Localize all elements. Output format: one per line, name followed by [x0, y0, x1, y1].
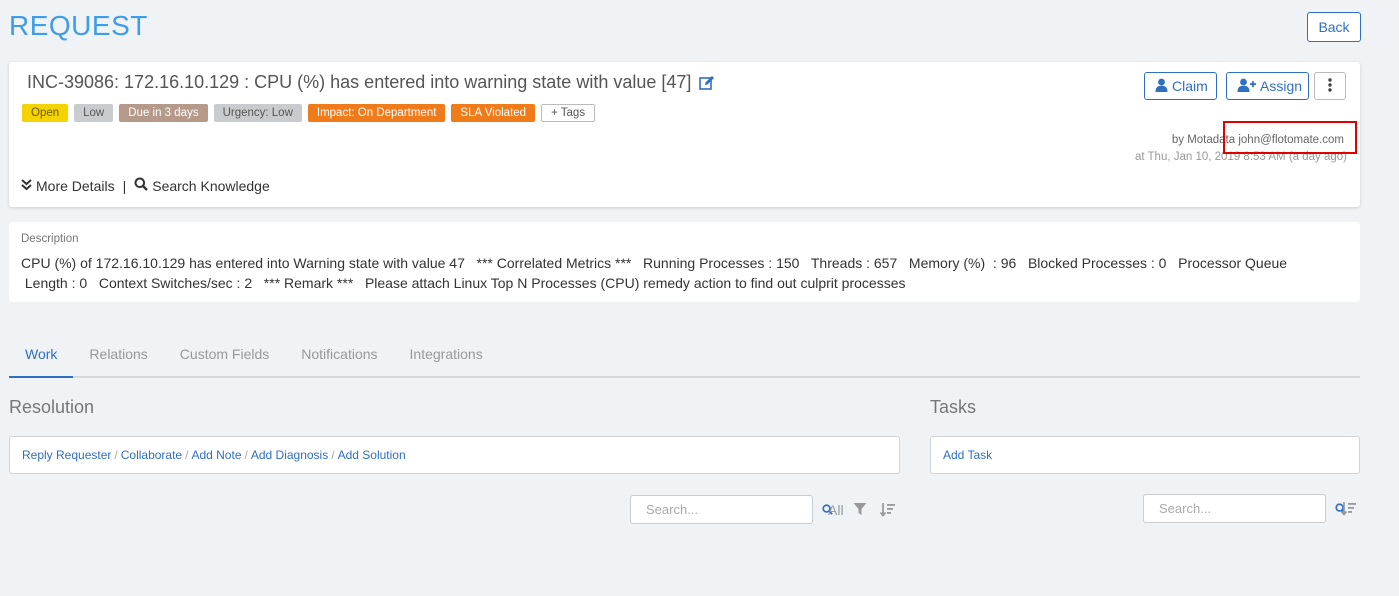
filter-icon[interactable]	[853, 502, 867, 521]
separator: /	[185, 448, 189, 462]
assign-button[interactable]: Assign	[1226, 72, 1309, 100]
sort-icon[interactable]	[879, 502, 895, 522]
add-task-link[interactable]: Add Task	[943, 448, 992, 462]
add-note-link[interactable]: Add Note	[191, 448, 241, 462]
description-text: CPU (%) of 172.16.10.129 has entered int…	[21, 255, 1288, 291]
tab-work[interactable]: Work	[9, 340, 74, 378]
add-solution-link[interactable]: Add Solution	[338, 448, 406, 462]
details-row: More Details | Search Knowledge	[21, 177, 270, 194]
search-icon	[134, 177, 149, 194]
claim-button[interactable]: Claim	[1144, 72, 1217, 100]
ticket-header: INC-39086: 172.16.10.129 : CPU (%) has e…	[27, 72, 715, 93]
search-knowledge-link[interactable]: Search Knowledge	[152, 178, 270, 194]
tasks-search-input[interactable]	[1144, 495, 1335, 522]
resolution-title: Resolution	[9, 397, 95, 417]
tasks-actions: Add Task	[930, 436, 1360, 474]
description-label: Description	[21, 233, 79, 245]
badge-row: Open Low Due in 3 days Urgency: Low Impa…	[22, 104, 596, 122]
user-icon	[1155, 78, 1168, 95]
tasks-search	[1143, 494, 1346, 523]
back-button[interactable]: Back	[1307, 12, 1361, 42]
resolution-search	[630, 495, 833, 524]
separator: |	[122, 177, 127, 194]
vertical-ellipsis-icon	[1328, 77, 1332, 95]
sort-icon[interactable]	[1340, 501, 1356, 521]
separator: /	[114, 448, 118, 462]
priority-badge[interactable]: Low	[74, 104, 114, 122]
edit-icon[interactable]	[699, 75, 715, 91]
assign-label: Assign	[1260, 78, 1303, 94]
reply-requester-link[interactable]: Reply Requester	[22, 448, 111, 462]
user-plus-icon	[1237, 78, 1256, 95]
urgency-badge[interactable]: Urgency: Low	[213, 104, 302, 122]
tab-custom-fields[interactable]: Custom Fields	[164, 340, 285, 378]
add-diagnosis-link[interactable]: Add Diagnosis	[251, 448, 328, 462]
filter-all-label[interactable]: All	[828, 502, 844, 518]
resolution-search-input[interactable]	[631, 496, 822, 523]
tab-relations[interactable]: Relations	[73, 340, 163, 378]
separator: /	[331, 448, 335, 462]
tab-integrations[interactable]: Integrations	[394, 340, 499, 378]
due-badge: Due in 3 days	[119, 104, 208, 122]
resolution-actions: Reply Requester / Collaborate / Add Note…	[9, 436, 900, 474]
sla-badge: SLA Violated	[451, 104, 536, 122]
more-options-button[interactable]	[1314, 72, 1346, 100]
separator: /	[244, 448, 248, 462]
ticket-card: INC-39086: 172.16.10.129 : CPU (%) has e…	[9, 62, 1360, 207]
tab-notifications[interactable]: Notifications	[285, 340, 393, 378]
tab-bar: Work Relations Custom Fields Notificatio…	[9, 340, 1360, 378]
page-title: REQUEST	[9, 10, 148, 41]
impact-badge[interactable]: Impact: On Department	[307, 104, 446, 122]
claim-label: Claim	[1172, 78, 1208, 94]
collaborate-link[interactable]: Collaborate	[121, 448, 182, 462]
double-chevron-down-icon[interactable]	[21, 178, 32, 194]
description-card: Description CPU (%) of 172.16.10.129 has…	[9, 222, 1360, 302]
add-tags-button[interactable]: + Tags	[541, 104, 596, 122]
tasks-title: Tasks	[930, 397, 977, 417]
more-details-link[interactable]: More Details	[36, 178, 115, 194]
status-badge[interactable]: Open	[22, 104, 69, 122]
highlight-box	[1223, 121, 1357, 154]
ticket-title: INC-39086: 172.16.10.129 : CPU (%) has e…	[27, 72, 692, 92]
